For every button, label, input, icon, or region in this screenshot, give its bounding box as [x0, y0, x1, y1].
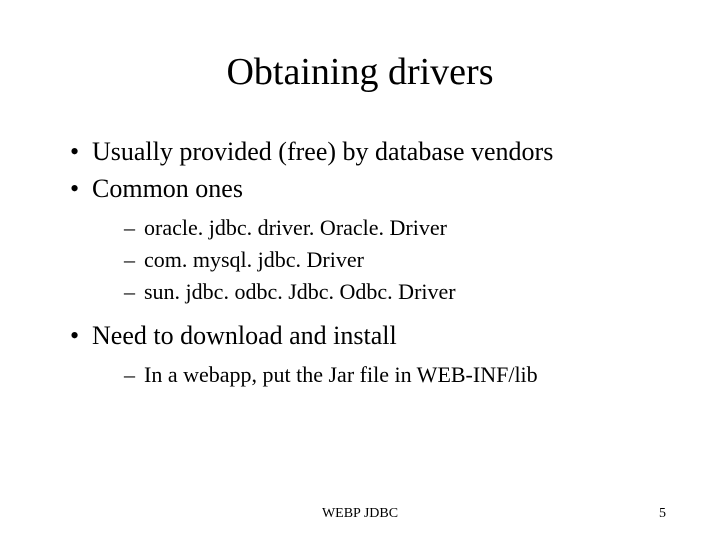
- list-item: Common ones oracle. jdbc. driver. Oracle…: [70, 171, 670, 308]
- sub-list: oracle. jdbc. driver. Oracle. Driver com…: [92, 212, 670, 308]
- list-item: Need to download and install In a webapp…: [70, 318, 670, 391]
- footer-center-text: WEBP JDBC: [322, 506, 398, 522]
- sub-item: sun. jdbc. odbc. Jdbc. Odbc. Driver: [124, 276, 670, 308]
- sub-item: In a webapp, put the Jar file in WEB-INF…: [124, 359, 670, 391]
- bullet-text: Common ones: [92, 174, 243, 203]
- bullet-text: Usually provided (free) by database vend…: [92, 137, 553, 166]
- sub-item: oracle. jdbc. driver. Oracle. Driver: [124, 212, 670, 244]
- bullet-text: Need to download and install: [92, 321, 397, 350]
- slide-title: Obtaining drivers: [50, 50, 670, 94]
- page-number: 5: [659, 506, 666, 522]
- bullet-list: Usually provided (free) by database vend…: [50, 134, 670, 391]
- list-item: Usually provided (free) by database vend…: [70, 134, 670, 169]
- sub-item: com. mysql. jdbc. Driver: [124, 244, 670, 276]
- sub-list: In a webapp, put the Jar file in WEB-INF…: [92, 359, 670, 391]
